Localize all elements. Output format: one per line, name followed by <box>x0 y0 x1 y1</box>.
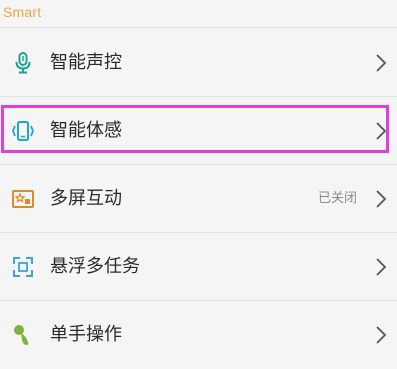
setting-label: 多屏互动 <box>50 188 122 209</box>
setting-label: 悬浮多任务 <box>50 256 140 277</box>
chevron-right-icon <box>375 121 387 141</box>
section-title: Smart <box>3 4 42 20</box>
setting-label: 智能声控 <box>50 52 122 73</box>
one-hand-icon <box>11 323 35 347</box>
status-text: 已关闭 <box>317 191 357 206</box>
setting-row-motion-sensing[interactable]: 智能体感 <box>0 97 397 165</box>
setting-row-one-hand[interactable]: 单手操作 <box>0 301 397 369</box>
multiscreen-icon <box>11 187 35 211</box>
setting-label: 单手操作 <box>50 324 122 345</box>
chevron-right-icon <box>375 189 387 209</box>
chevron-right-icon <box>375 257 387 277</box>
setting-label: 智能体感 <box>50 120 122 141</box>
microphone-icon <box>11 51 35 75</box>
section-header: Smart <box>0 0 397 28</box>
floating-tasks-icon <box>11 255 35 279</box>
setting-row-floating-tasks[interactable]: 悬浮多任务 <box>0 233 397 301</box>
chevron-right-icon <box>375 325 387 345</box>
chevron-right-icon <box>375 53 387 73</box>
setting-row-voice-control[interactable]: 智能声控 <box>0 29 397 97</box>
phone-gesture-icon <box>11 119 35 143</box>
setting-row-multiscreen[interactable]: 多屏互动 已关闭 <box>0 165 397 233</box>
